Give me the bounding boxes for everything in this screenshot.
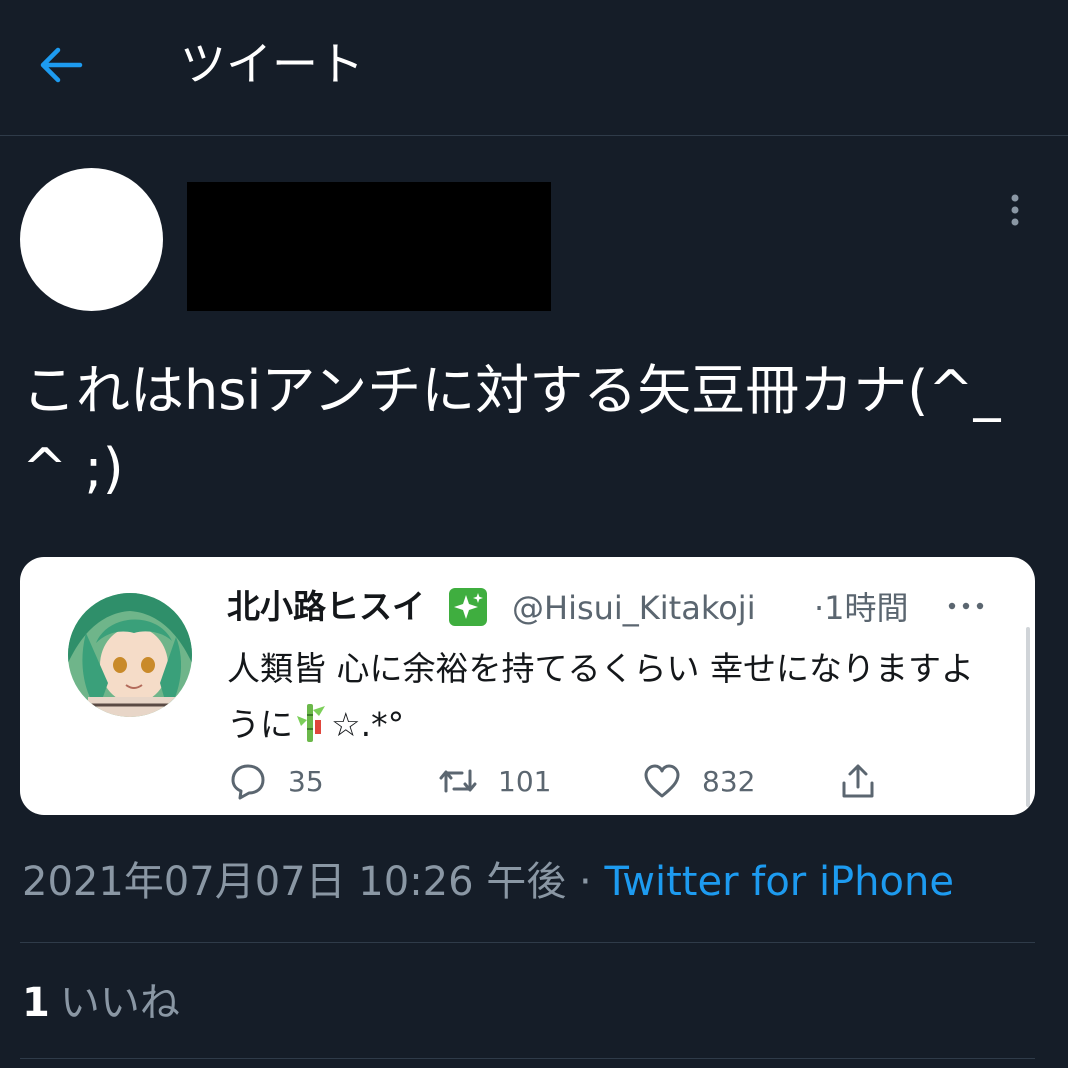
tanabata-tree-icon xyxy=(297,704,325,742)
sparkles-emoji-icon xyxy=(449,588,487,626)
divider xyxy=(20,1058,1035,1059)
like-count: 832 xyxy=(702,764,756,798)
quoted-text-tail: ☆.*° xyxy=(331,705,405,744)
tweet-meta: 2021年07月07日 10:26 午後 · Twitter for iPhon… xyxy=(22,852,954,912)
tweet-text: これはhsiアンチに対する矢豆冊カナ(^_^ ;) xyxy=(22,359,1001,500)
divider xyxy=(20,942,1035,943)
author-name-redacted xyxy=(187,182,551,311)
quoted-display-name[interactable]: 北小路ヒスイ xyxy=(227,585,425,629)
quoted-tweet-text: 人類皆 心に余裕を持てるくらい 幸せになりますように ☆.*° xyxy=(227,641,997,753)
tweet-source-link[interactable]: Twitter for iPhone xyxy=(604,859,954,905)
quoted-action-bar: 35 101 832 xyxy=(228,757,908,805)
share-icon xyxy=(842,764,874,798)
quoted-handle[interactable]: @Hisui_Kitakoji xyxy=(512,586,756,630)
tweet-datetime[interactable]: 2021年07月07日 10:26 午後 xyxy=(22,859,566,905)
quoted-tweet-card[interactable]: 北小路ヒスイ @Hisui_Kitakoji ·1時間 人類皆 心に余裕を持てる… xyxy=(20,557,1035,815)
meta-separator: · xyxy=(566,859,605,905)
reply-action[interactable]: 35 xyxy=(228,757,324,805)
retweet-action[interactable]: 101 xyxy=(438,757,551,805)
likes-count: 1 xyxy=(22,980,50,1026)
quoted-time: ·1時間 xyxy=(814,589,909,627)
more-horizontal-icon[interactable] xyxy=(946,599,986,613)
retweet-count: 101 xyxy=(498,764,552,798)
reply-count: 35 xyxy=(288,764,324,798)
arrow-left-icon[interactable] xyxy=(36,40,86,90)
likes-summary[interactable]: 1 いいね xyxy=(22,975,180,1031)
top-app-bar: ツイート xyxy=(0,0,1068,136)
reply-icon xyxy=(231,764,265,800)
page-title: ツイート xyxy=(180,37,364,91)
author-avatar[interactable] xyxy=(20,168,163,311)
quoted-author-avatar[interactable] xyxy=(68,593,192,717)
share-action[interactable] xyxy=(838,757,878,805)
like-action[interactable]: 832 xyxy=(642,757,755,805)
more-vertical-icon[interactable] xyxy=(1004,190,1026,230)
retweet-icon xyxy=(439,769,477,793)
scrollbar[interactable] xyxy=(1026,627,1030,807)
heart-icon xyxy=(644,764,680,798)
likes-label: いいね xyxy=(59,980,180,1026)
